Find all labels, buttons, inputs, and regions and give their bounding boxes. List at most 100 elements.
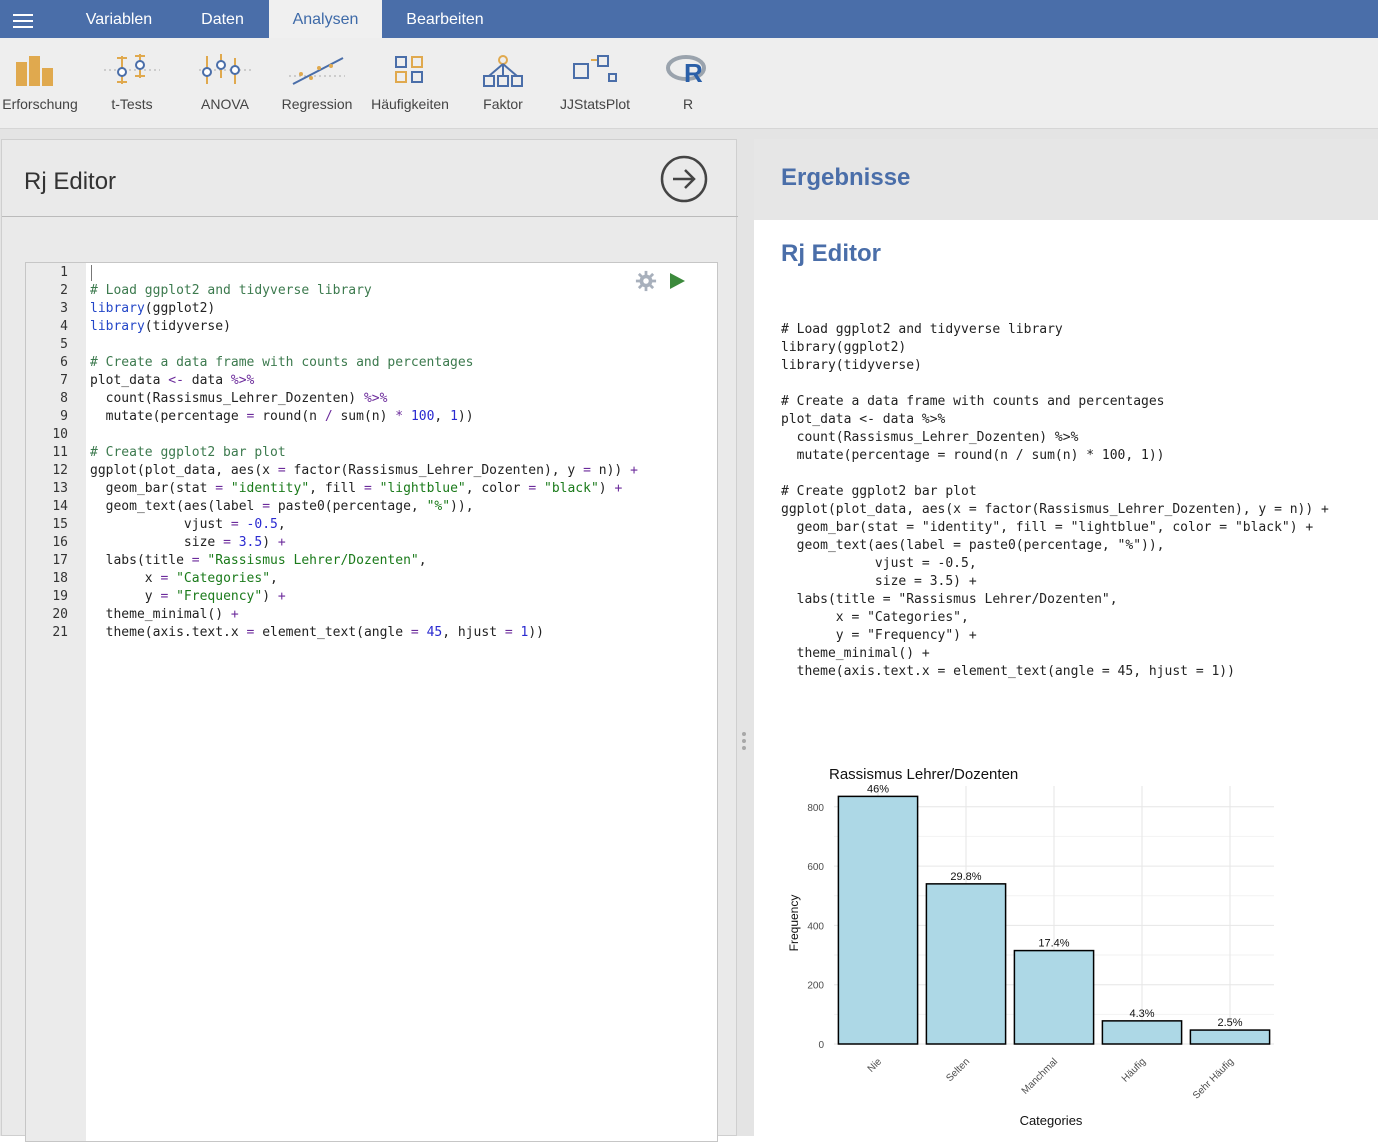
code-line: size = 3.5) + — [90, 535, 286, 550]
tab-daten[interactable]: Daten — [175, 0, 270, 38]
ribbon-r-label: R — [682, 96, 694, 112]
code-line: # Load ggplot2 and tidyverse library — [90, 283, 372, 298]
chart-y-tick-label: 200 — [807, 981, 824, 992]
tab-bearbeiten[interactable]: Bearbeiten — [385, 0, 505, 38]
chart-y-tick-label: 800 — [807, 803, 824, 814]
chart-y-axis-label: Frequency — [787, 895, 801, 952]
line-number: 10 — [52, 427, 68, 442]
frequencies-icon — [395, 56, 423, 83]
tab-analysen[interactable]: Analysen — [269, 0, 382, 38]
chart-x-tick-label: Sehr Häufig — [1191, 1056, 1236, 1101]
jjstatsplot-icon — [573, 55, 617, 82]
ribbon-erforschung-button[interactable]: Erforschung — [0, 38, 80, 128]
chart-bar-label: 4.3% — [1129, 1008, 1154, 1020]
r-logo-icon: R — [666, 55, 706, 86]
code-line: vjust = -0.5, — [90, 517, 286, 532]
panel-splitter-handle[interactable] — [741, 730, 747, 752]
code-line: geom_text(aes(label = paste0(percentage,… — [90, 499, 474, 514]
chart-bar-label: 46% — [867, 783, 889, 795]
chart-y-tick-label: 0 — [818, 1040, 824, 1051]
chart-y-tick-label: 400 — [807, 921, 824, 932]
bar-chart: Rassismus Lehrer/Dozenten Frequency Cate… — [787, 766, 1274, 1128]
ribbon-r-button[interactable]: R R — [648, 38, 728, 128]
ribbon-erforschung-label: Erforschung — [2, 96, 78, 112]
line-number: 16 — [52, 535, 68, 550]
line-number: 6 — [60, 355, 68, 370]
code-line: theme(axis.text.x = element_text(angle =… — [90, 625, 544, 640]
rj-editor-panel: Rj Editor 1 2 3 4 5 6 7 8 9 10 11 12 13 14 15 16 17 18 19 2… — [1, 139, 738, 1142]
play-run-icon[interactable] — [667, 271, 687, 291]
code-line: x = "Categories", — [90, 571, 278, 586]
anova-icon — [199, 54, 251, 84]
line-number: 9 — [60, 409, 68, 424]
chart-bar — [1101, 1020, 1183, 1045]
regression-icon — [289, 57, 345, 85]
code-line: y = "Frequency") + — [90, 589, 286, 604]
line-number: 1 — [60, 265, 68, 280]
ribbon-faktor-label: Faktor — [483, 96, 523, 112]
line-number: 19 — [52, 589, 68, 604]
code-line: library(tidyverse) — [90, 319, 231, 334]
chart-bar-label: 17.4% — [1038, 938, 1069, 950]
text-cursor — [91, 265, 92, 281]
ribbon-regression-label: Regression — [281, 96, 353, 112]
hamburger-menu-icon[interactable] — [13, 14, 33, 28]
ribbon-t-tests-button[interactable]: t-Tests — [92, 38, 172, 128]
code-editor[interactable]: 1 2 3 4 5 6 7 8 9 10 11 12 13 14 15 16 17 18 19 20 21 # Load… — [25, 262, 718, 1142]
chart-bar — [1189, 1029, 1271, 1045]
editor-title: Rj Editor — [24, 168, 117, 195]
ribbon-anova-button[interactable]: ANOVA — [185, 38, 265, 128]
code-line: geom_bar(stat = "identity", fill = "ligh… — [90, 481, 623, 496]
tab-variablen[interactable]: Variablen — [66, 0, 172, 38]
chart-bar — [837, 795, 919, 1045]
chart-bar — [1013, 949, 1095, 1045]
ribbon-jjstatsplot-button[interactable]: JJStatsPlot — [553, 38, 637, 128]
analysis-ribbon: Erforschung t-Tests ANOVA Regression Häu… — [0, 38, 1378, 129]
line-number: 17 — [52, 553, 68, 568]
line-number: 4 — [60, 319, 68, 334]
chart-title: Rassismus Lehrer/Dozenten — [829, 766, 1018, 783]
line-number: 11 — [52, 445, 68, 460]
ribbon-t-tests-label: t-Tests — [111, 96, 153, 112]
line-number: 21 — [52, 625, 68, 640]
exploration-bar-chart-icon — [16, 56, 53, 86]
line-number: 7 — [60, 373, 68, 388]
gear-icon[interactable] — [635, 270, 657, 292]
chart-bar-label: 29.8% — [950, 871, 981, 883]
code-line: theme_minimal() + — [90, 607, 239, 622]
code-line: count(Rassismus_Lehrer_Dozenten) %>% — [90, 391, 388, 406]
results-title: Ergebnisse — [781, 164, 911, 191]
results-analysis-title: Rj Editor — [781, 240, 881, 267]
ribbon-jjstatsplot-label: JJStatsPlot — [559, 96, 631, 112]
chart-y-tick-label: 600 — [807, 862, 824, 873]
chart-bar — [925, 883, 1007, 1045]
code-line: mutate(percentage = round(n / sum(n) * 1… — [90, 409, 474, 424]
line-number: 8 — [60, 391, 68, 406]
chart-x-tick-label: Selten — [944, 1056, 972, 1084]
line-number: 14 — [52, 499, 68, 514]
top-menu-bar: Variablen Daten Analysen Bearbeiten — [0, 0, 1378, 38]
ribbon-haeufigkeiten-button[interactable]: Häufigkeiten — [367, 38, 453, 128]
factor-icon — [483, 55, 523, 87]
editor-header-divider — [2, 216, 738, 217]
line-number: 20 — [52, 607, 68, 622]
code-line: # Create ggplot2 bar plot — [90, 445, 286, 460]
ribbon-faktor-button[interactable]: Faktor — [463, 38, 543, 128]
line-number: 15 — [52, 517, 68, 532]
line-number-gutter: 1 2 3 4 5 6 7 8 9 10 11 12 13 14 15 16 17 18 19 20 21 — [26, 263, 86, 1141]
chart-x-tick-label: Nie — [866, 1056, 885, 1075]
t-tests-icon — [104, 54, 160, 84]
chart-x-tick-label: Häufig — [1120, 1056, 1148, 1084]
ribbon-regression-button[interactable]: Regression — [277, 38, 357, 128]
code-line: library(ggplot2) — [90, 301, 216, 316]
line-number: 13 — [52, 481, 68, 496]
line-number: 12 — [52, 463, 68, 478]
ribbon-haeufigkeiten-label: Häufigkeiten — [371, 96, 449, 112]
chart-x-tick-label: Manchmal — [1020, 1056, 1060, 1096]
code-line: plot_data <- data %>% — [90, 373, 255, 388]
arrow-right-circle-icon[interactable] — [660, 155, 708, 203]
line-number: 3 — [60, 301, 68, 316]
code-line: # Create a data frame with counts and pe… — [90, 355, 474, 370]
code-line: labs(title = "Rassismus Lehrer/Dozenten"… — [90, 553, 427, 568]
chart-x-axis-label: Categories — [1020, 1113, 1083, 1128]
